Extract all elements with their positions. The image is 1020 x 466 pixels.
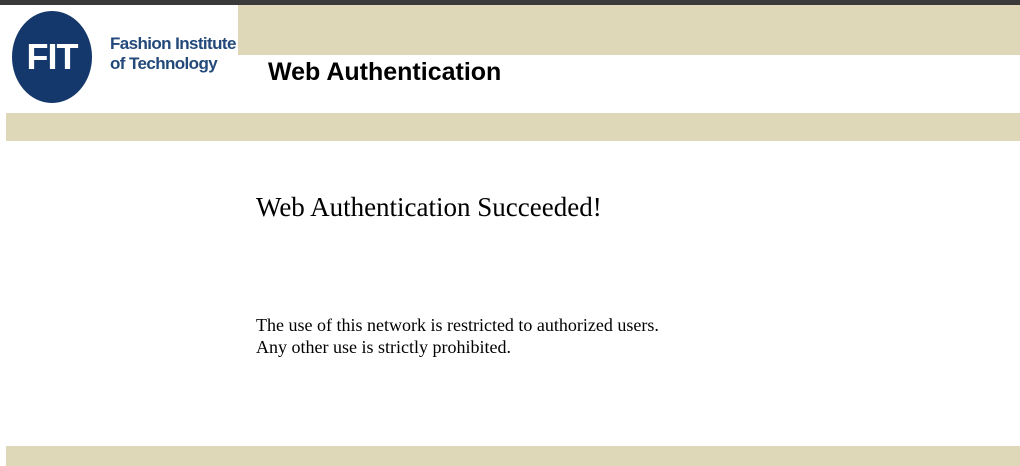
fit-logo-mark: FIT (12, 11, 92, 103)
fit-logo: FIT Fashion Institute of Technology (0, 5, 238, 110)
footer-band (6, 446, 1020, 466)
usage-notice: The use of this network is restricted to… (256, 314, 659, 358)
fit-logo-text: Fashion Institute of Technology (110, 34, 236, 74)
web-auth-page: FIT Fashion Institute of Technology Web … (0, 0, 1020, 466)
logo-name-line1: Fashion Institute (110, 34, 236, 53)
notice-line-1: The use of this network is restricted to… (256, 315, 659, 335)
header-band-bottom (6, 113, 1020, 141)
header-band-top (238, 5, 1020, 55)
logo-name-line2: of Technology (110, 54, 218, 73)
success-message: Web Authentication Succeeded! (256, 192, 602, 222)
page-title: Web Authentication (268, 58, 502, 86)
notice-line-2: Any other use is strictly prohibited. (256, 337, 511, 357)
